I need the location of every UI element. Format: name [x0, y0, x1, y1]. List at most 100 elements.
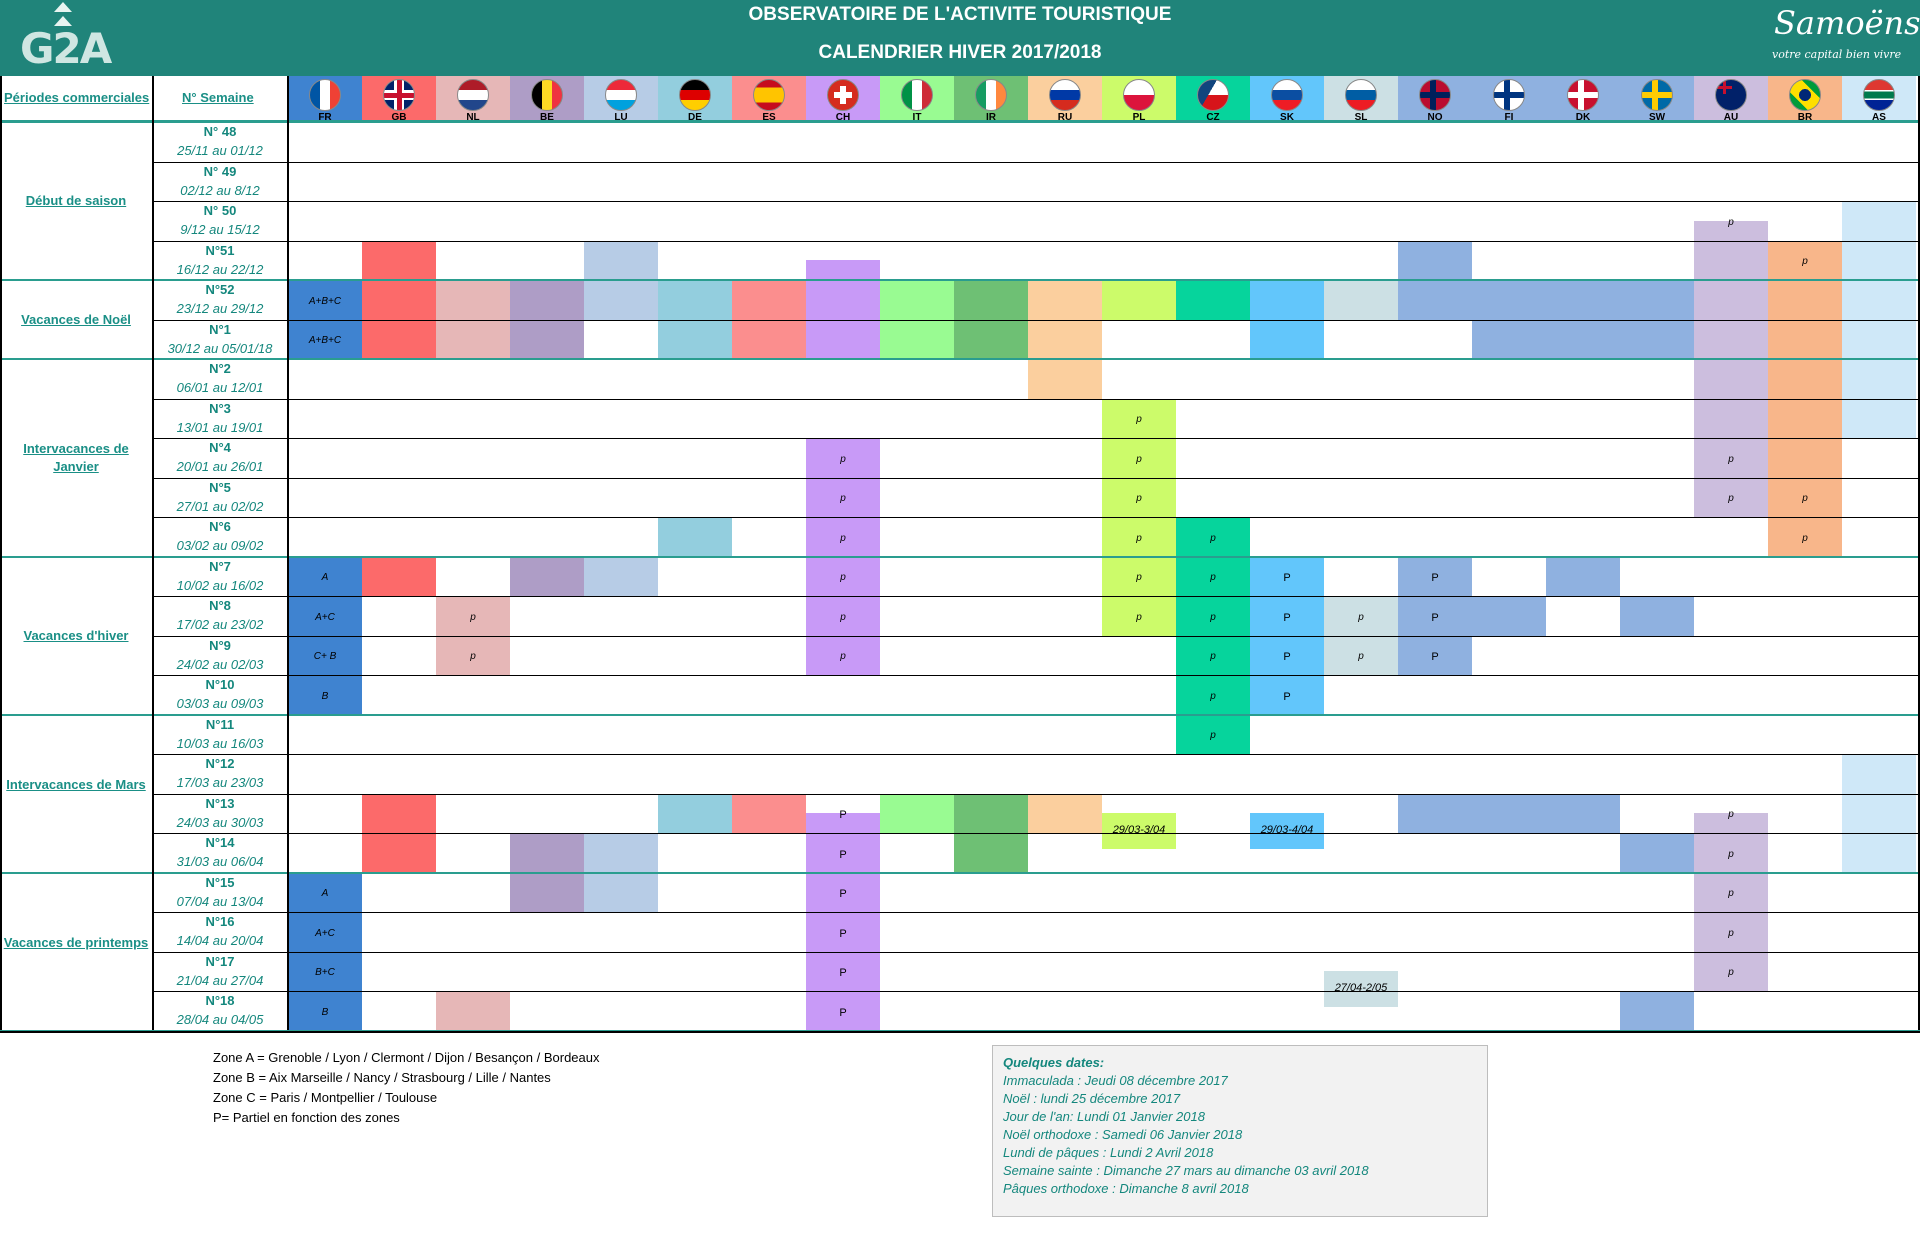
holiday-zone-mark: P	[1283, 690, 1291, 703]
week-label: N° 50 9/12 au 15/12	[153, 201, 287, 239]
period-label-4: Vacances d'hiver	[23, 627, 129, 643]
holiday-cell-ir	[954, 280, 1028, 320]
holiday-zone-mark: p	[1802, 256, 1808, 268]
holiday-cell-fi	[1472, 793, 1546, 833]
holiday-cell-lu	[584, 872, 658, 912]
holiday-zone-mark: p	[1136, 414, 1142, 426]
holiday-zone-mark: p	[1728, 809, 1734, 821]
row-divider	[152, 991, 1920, 992]
week-dates: 17/02 au 23/02	[176, 617, 264, 632]
week-label: N°7 10/02 au 16/02	[153, 557, 287, 595]
holiday-zone-mark: A	[321, 888, 329, 900]
holiday-zone-mark: p	[1728, 927, 1734, 939]
holiday-cell-no	[1398, 280, 1472, 320]
holiday-zone-mark: B	[321, 1006, 329, 1018]
gb-flag-icon	[383, 79, 415, 111]
dk-flag-icon	[1567, 79, 1599, 111]
holiday-cell-fi	[1472, 280, 1546, 320]
holiday-zone-mark: P	[839, 809, 847, 822]
week-label: N°2 06/01 au 12/01	[153, 359, 287, 397]
row-divider	[152, 912, 1920, 913]
week-number: N°12	[205, 756, 235, 771]
sw-flag-icon	[1641, 79, 1673, 111]
holiday-zone-mark: P	[1431, 651, 1439, 664]
week-number: N°14	[205, 835, 235, 850]
holiday-cell-gb	[362, 280, 436, 320]
holiday-cell-br	[1768, 359, 1842, 399]
holiday-zone-mark: P	[1283, 572, 1291, 585]
holiday-cell-it	[880, 319, 954, 359]
week-dates: 02/12 au 8/12	[180, 182, 260, 198]
week-label: N°52 23/12 au 29/12	[153, 280, 287, 318]
week-dates: 06/01 au 12/01	[176, 380, 264, 395]
legend-line: P= Partiel en fonction des zones	[213, 1110, 400, 1125]
holiday-cell-as	[1842, 398, 1916, 438]
holiday-zone-mark: p	[1136, 532, 1142, 544]
column-divider	[152, 76, 154, 1030]
holiday-cell-as	[1842, 319, 1916, 359]
holiday-cell-gb	[362, 556, 436, 596]
holiday-zone-mark: p	[1210, 532, 1216, 544]
week-label: N°16 14/04 au 20/04	[153, 912, 287, 950]
week-dates: 21/04 au 27/04	[176, 972, 264, 988]
holiday-zone-mark: A+B+C	[308, 335, 342, 347]
country-header-es: ES	[732, 76, 806, 123]
holiday-cell-de	[658, 793, 732, 833]
holiday-cell-nl	[436, 991, 510, 1031]
week-dates: 28/04 au 04/05	[176, 1012, 264, 1027]
lu-flag-icon	[605, 79, 637, 111]
holiday-zone-mark: p	[1728, 216, 1734, 228]
row-divider	[152, 240, 1920, 242]
holiday-cell-sw	[1620, 833, 1694, 873]
week-label: N°1 30/12 au 05/01/18	[153, 320, 287, 358]
holiday-cell-es	[732, 280, 806, 320]
week-label: N°11 10/03 au 16/03	[153, 715, 287, 753]
holiday-cell-lu	[584, 833, 658, 873]
week-dates: 13/01 au 19/01	[176, 419, 264, 435]
week-dates: 30/12 au 05/01/18	[167, 340, 273, 356]
legend-line: Zone A = Grenoble / Lyon / Clermont / Di…	[213, 1050, 600, 1065]
holiday-cell-sl	[1324, 280, 1398, 320]
holiday-cell-au	[1694, 319, 1768, 359]
holiday-zone-mark: p	[1358, 651, 1364, 663]
br-flag-icon	[1789, 79, 1821, 111]
country-header-lu: LU	[584, 76, 658, 123]
week-dates: 10/03 au 16/03	[176, 735, 264, 751]
row-divider	[152, 477, 1920, 479]
week-number: N°7	[209, 558, 231, 574]
week-number: N°8	[209, 598, 231, 613]
week-number: N°13	[205, 795, 235, 811]
holiday-zone-mark: A+C	[315, 611, 335, 623]
fi-flag-icon	[1493, 79, 1525, 111]
key-date-item: Noël orthodoxe : Samedi 06 Janvier 2018	[1003, 1127, 1243, 1142]
holiday-zone-mark: A	[321, 572, 329, 584]
holiday-zone-mark: P	[1283, 651, 1291, 664]
holiday-zone-mark: p	[1358, 611, 1364, 623]
nl-flag-icon	[457, 79, 489, 111]
row-divider	[152, 833, 1920, 834]
key-dates-heading: Quelques dates:	[1003, 1055, 1105, 1070]
holiday-cell-gb	[362, 319, 436, 359]
week-label: N° 49 02/12 au 8/12	[153, 162, 287, 200]
special-date-range: 29/03-3/04	[1102, 813, 1176, 849]
country-header-br: BR	[1768, 76, 1842, 123]
week-label: N°18 28/04 au 04/05	[153, 991, 287, 1029]
week-dates: 9/12 au 15/12	[180, 222, 260, 237]
week-number: N°15	[205, 874, 235, 890]
week-number: N°4	[209, 440, 231, 455]
holiday-cell-es	[732, 793, 806, 833]
holiday-zone-mark: p	[1802, 532, 1808, 544]
holiday-zone-mark: p	[1728, 888, 1734, 900]
fr-flag-icon	[309, 79, 341, 111]
holiday-cell-be	[510, 319, 584, 359]
holiday-zone-mark: p	[1136, 611, 1142, 623]
row-divider	[152, 201, 1920, 202]
holiday-zone-mark: P	[1283, 611, 1291, 624]
week-dates: 03/02 au 09/02	[176, 538, 264, 553]
holiday-zone-mark: p	[840, 572, 846, 584]
country-header-it: IT	[880, 76, 954, 123]
week-number: N°1	[209, 321, 231, 337]
week-number: N°5	[209, 479, 231, 495]
key-date-item: Pâques orthodoxe : Dimanche 8 avril 2018	[1003, 1181, 1249, 1196]
row-divider	[152, 319, 1920, 321]
